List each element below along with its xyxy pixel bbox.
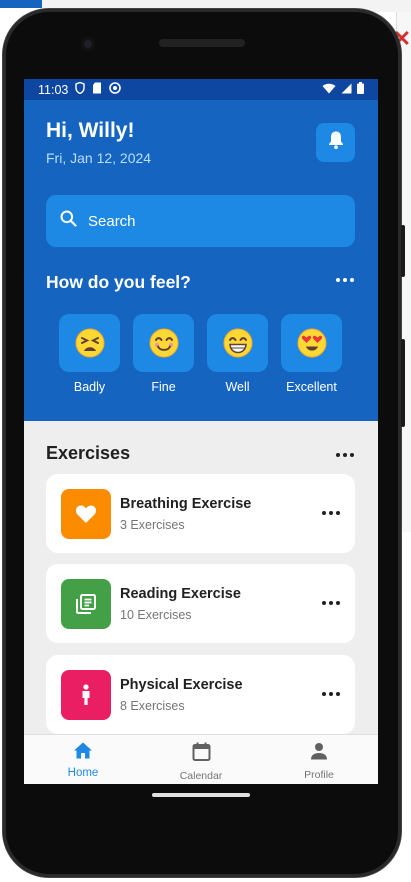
more-icon[interactable] xyxy=(322,692,340,696)
mood-emoji-box xyxy=(281,314,342,372)
mood-label: Well xyxy=(225,380,250,394)
mood-label: Badly xyxy=(73,380,106,394)
heart-icon xyxy=(61,489,111,539)
more-icon[interactable] xyxy=(322,601,340,605)
exercise-card-physical[interactable]: Physical Exercise 8 Exercises xyxy=(46,655,355,734)
nav-label: Profile xyxy=(304,769,334,781)
date-text: Fri, Jan 12, 2024 xyxy=(46,150,152,166)
mood-section-title: How do you feel? xyxy=(46,272,191,292)
notifications-button[interactable] xyxy=(316,123,355,162)
exercise-title: Breathing Exercise xyxy=(120,496,252,512)
volume-button xyxy=(401,225,405,277)
calendar-icon xyxy=(192,742,211,766)
exercise-count: 8 Exercises xyxy=(120,699,185,713)
mood-emoji-box xyxy=(207,314,268,372)
signal-icon xyxy=(341,83,352,97)
exercise-count: 10 Exercises xyxy=(120,608,192,622)
exercises-section-title: Exercises xyxy=(46,443,131,463)
mood-option-well[interactable]: Well xyxy=(207,314,268,394)
exercise-card-reading[interactable]: Reading Exercise 10 Exercises xyxy=(46,564,355,643)
mood-emoji-box xyxy=(133,314,194,372)
nav-item-profile[interactable]: Profile xyxy=(260,735,378,784)
power-button xyxy=(401,339,405,427)
person-icon xyxy=(61,670,111,720)
more-icon[interactable] xyxy=(322,511,340,515)
book-icon xyxy=(61,579,111,629)
grinning-face-icon xyxy=(223,328,252,358)
exercise-count: 3 Exercises xyxy=(120,518,185,532)
sd-card-icon xyxy=(92,82,102,97)
more-icon[interactable] xyxy=(336,278,354,282)
mood-option-excellent[interactable]: Excellent xyxy=(281,314,342,394)
bottom-navigation: Home Calendar Profile xyxy=(24,735,378,784)
mood-option-badly[interactable]: Badly xyxy=(59,314,120,394)
status-time: 11:03 xyxy=(38,82,69,97)
home-icon xyxy=(73,742,93,764)
app-screen: 11:03 Hi, Willy! Fri, Jan 12, 2024 Searc… xyxy=(24,79,378,784)
mood-list: Badly Fine Well Excellent xyxy=(59,314,342,394)
battery-icon xyxy=(357,82,364,97)
header-section: Hi, Willy! Fri, Jan 12, 2024 Search How … xyxy=(24,100,378,421)
mood-label: Fine xyxy=(151,380,176,394)
mood-option-fine[interactable]: Fine xyxy=(133,314,194,394)
gesture-bar xyxy=(152,793,250,797)
nav-item-home[interactable]: Home xyxy=(24,735,142,784)
tired-face-icon xyxy=(75,328,104,358)
greeting-text: Hi, Willy! xyxy=(46,119,135,142)
mood-emoji-box xyxy=(59,314,120,372)
bell-icon xyxy=(327,130,345,155)
exercise-card-breathing[interactable]: Breathing Exercise 3 Exercises xyxy=(46,474,355,553)
exercise-title: Physical Exercise xyxy=(120,677,243,693)
smiling-face-icon xyxy=(149,328,178,358)
status-bar: 11:03 xyxy=(24,79,378,100)
nav-item-calendar[interactable]: Calendar xyxy=(142,735,260,784)
profile-icon xyxy=(310,742,328,765)
wifi-icon xyxy=(322,83,336,97)
heart-eyes-face-icon xyxy=(297,328,326,358)
shield-icon xyxy=(75,81,86,97)
background-fragment xyxy=(0,0,42,8)
search-input[interactable]: Search xyxy=(46,195,355,247)
sync-icon xyxy=(109,82,122,97)
nav-label: Calendar xyxy=(179,770,223,782)
more-icon[interactable] xyxy=(336,453,354,457)
exercise-title: Reading Exercise xyxy=(120,586,241,602)
search-placeholder: Search xyxy=(88,212,136,230)
mood-label: Excellent xyxy=(286,380,337,394)
earpiece-speaker xyxy=(159,39,245,47)
front-camera xyxy=(81,37,95,51)
search-icon xyxy=(60,210,77,232)
nav-label: Home xyxy=(67,767,99,779)
